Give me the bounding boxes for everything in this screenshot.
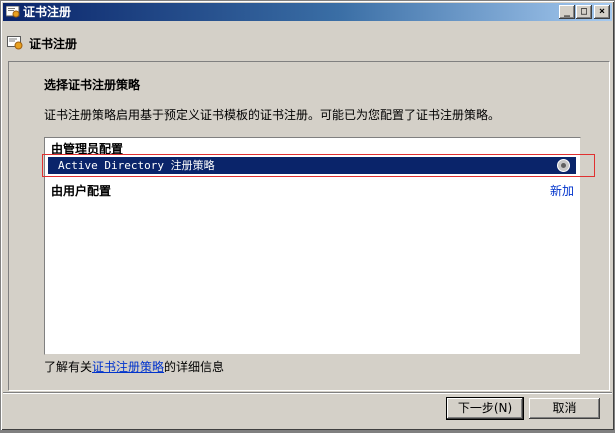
learn-more-link[interactable]: 证书注册策略 (92, 360, 164, 374)
maximize-button[interactable]: □ (576, 5, 592, 19)
certificate-enrollment-window: 证书注册 _ □ × 证书注册 选择证书注册策略 证书注册策略启用基于预定义证书… (0, 0, 615, 431)
minimize-button[interactable]: _ (559, 5, 575, 19)
wizard-content: 选择证书注册策略 证书注册策略启用基于预定义证书模板的证书注册。可能已为您配置了… (8, 61, 610, 391)
policy-list[interactable]: 由管理员配置 Active Directory 注册策略 由用户配置 新加 (42, 137, 595, 355)
window-controls: _ □ × (558, 5, 610, 19)
learn-more-suffix: 的详细信息 (164, 360, 225, 374)
wizard-header: 证书注册 (3, 21, 612, 61)
admin-group-header: 由管理员配置 (51, 142, 124, 156)
learn-more-text: 了解有关证书注册策略的详细信息 (44, 358, 224, 375)
learn-more-prefix: 了解有关 (44, 360, 93, 374)
certificate-icon (7, 36, 23, 50)
title-bar[interactable]: 证书注册 _ □ × (3, 3, 612, 21)
section-title: 选择证书注册策略 (44, 78, 141, 92)
footer-separator (3, 392, 612, 394)
window-title: 证书注册 (23, 5, 72, 19)
cancel-button[interactable]: 取消 (529, 398, 600, 419)
policy-properties-icon[interactable] (557, 159, 570, 172)
policy-label: Active Directory 注册策略 (58, 159, 215, 172)
user-group-header: 由用户配置 (51, 184, 112, 198)
add-policy-link[interactable]: 新加 (550, 182, 574, 199)
next-button[interactable]: 下一步(N) (446, 397, 524, 420)
certificate-icon (6, 6, 20, 18)
policy-row-active-directory[interactable]: Active Directory 注册策略 (42, 154, 595, 177)
section-description: 证书注册策略启用基于预定义证书模板的证书注册。可能已为您配置了证书注册策略。 (44, 108, 501, 122)
wizard-title: 证书注册 (29, 37, 78, 51)
close-button[interactable]: × (594, 5, 610, 19)
